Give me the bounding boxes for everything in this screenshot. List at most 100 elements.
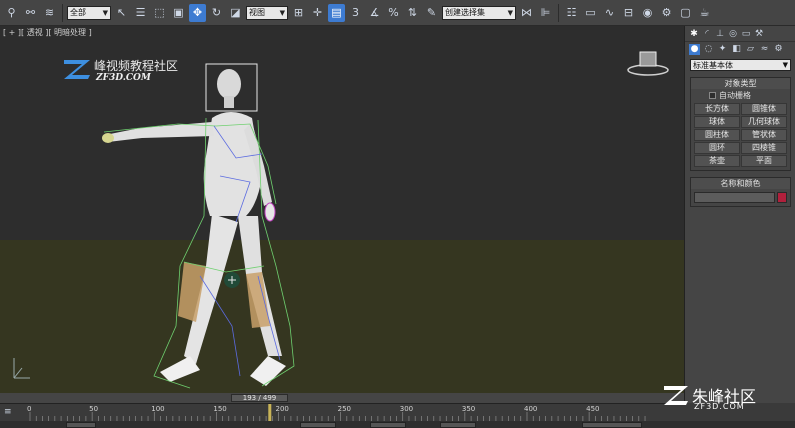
tube-button[interactable]: 管状体 bbox=[741, 129, 787, 141]
time-slider-thumb[interactable]: 193 / 499 bbox=[231, 394, 288, 402]
schematic-view-icon[interactable]: ⊟ bbox=[620, 4, 637, 22]
main-toolbar: ⚲ ⚯ ≋ 全部 ▼ ↖ ☰ ⬚ ▣ ✥ ↻ ◪ 视图 ▼ ⊞ ✛ ▤ 3 ∡ % … bbox=[0, 0, 795, 26]
select-object-icon[interactable]: ↖ bbox=[113, 4, 130, 22]
cameras-icon[interactable]: ◧ bbox=[731, 44, 742, 55]
toolbar-divider bbox=[558, 3, 559, 22]
cylinder-button[interactable]: 圆柱体 bbox=[694, 129, 740, 141]
selection-filter-value: 全部 bbox=[70, 8, 86, 17]
coord-z-field[interactable] bbox=[440, 422, 476, 428]
ref-coord-dropdown[interactable]: 视图 ▼ bbox=[246, 5, 288, 20]
lights-icon[interactable]: ✦ bbox=[717, 44, 728, 55]
geometry-icon[interactable]: ● bbox=[689, 43, 700, 55]
modify-tab-icon[interactable]: ◜ bbox=[702, 29, 712, 39]
scale-icon[interactable]: ◪ bbox=[227, 4, 244, 22]
track-tick-label: 400 bbox=[523, 405, 538, 413]
teapot-button[interactable]: 茶壶 bbox=[694, 155, 740, 167]
name-color-title[interactable]: 名称和颜色 bbox=[691, 178, 790, 189]
mini-curve-editor-icon[interactable]: ≡ bbox=[4, 407, 16, 417]
mirror-icon[interactable]: ⋈ bbox=[518, 4, 535, 22]
character-neck bbox=[224, 96, 234, 108]
name-color-rollout: 名称和颜色 bbox=[690, 177, 791, 207]
systems-icon[interactable]: ⚙ bbox=[773, 44, 784, 55]
rotate-icon[interactable]: ↻ bbox=[208, 4, 225, 22]
coord-y-field[interactable] bbox=[370, 422, 406, 428]
utilities-tab-icon[interactable]: ⚒ bbox=[754, 29, 764, 39]
status-field bbox=[66, 422, 96, 428]
torus-button[interactable]: 圆环 bbox=[694, 142, 740, 154]
graphite-ribbon-icon[interactable]: ▭ bbox=[582, 4, 599, 22]
viewcube bbox=[639, 51, 657, 67]
key-filter-field[interactable] bbox=[582, 422, 642, 428]
percent-snap-icon[interactable]: % bbox=[385, 4, 402, 22]
geometry-type-dropdown[interactable]: 标准基本体 ▼ bbox=[690, 59, 791, 71]
angle-snap-icon[interactable]: ∡ bbox=[366, 4, 383, 22]
object-type-title[interactable]: 对象类型 bbox=[691, 78, 790, 89]
select-manipulate-icon[interactable]: ✛ bbox=[309, 4, 326, 22]
object-type-buttons: 长方体 圆锥体 球体 几何球体 圆柱体 管状体 圆环 四棱锥 茶壶 平面 bbox=[691, 101, 790, 170]
time-slider[interactable] bbox=[0, 393, 684, 403]
chevron-down-icon: ▼ bbox=[507, 8, 513, 17]
viewport-label[interactable]: [ + ][ 透视 ][ 明暗处理 ] bbox=[3, 27, 92, 38]
named-selection-value: 创建选择集 bbox=[445, 8, 485, 17]
track-tick-label: 50 bbox=[89, 405, 99, 413]
cone-button[interactable]: 圆锥体 bbox=[741, 103, 787, 115]
motion-tab-icon[interactable]: ◎ bbox=[728, 29, 738, 39]
rect-region-icon[interactable]: ⬚ bbox=[151, 4, 168, 22]
track-tick-label: 450 bbox=[586, 405, 600, 413]
object-name-field[interactable] bbox=[694, 192, 776, 203]
character-head bbox=[217, 69, 241, 99]
link-icon[interactable]: ⚲ bbox=[3, 4, 20, 22]
create-tab-icon[interactable]: ✱ bbox=[689, 29, 699, 39]
material-editor-icon[interactable]: ◉ bbox=[639, 4, 656, 22]
character-foot-right bbox=[250, 356, 286, 386]
current-frame-marker[interactable] bbox=[268, 404, 272, 422]
auto-grid-row[interactable]: 自动栅格 bbox=[691, 89, 790, 101]
chevron-down-icon: ▼ bbox=[102, 8, 108, 17]
track-tick-label: 0 bbox=[27, 405, 32, 413]
character-hand-right bbox=[264, 202, 276, 222]
plane-button[interactable]: 平面 bbox=[741, 155, 787, 167]
character-hand-left bbox=[102, 133, 114, 143]
geometry-type-value: 标准基本体 bbox=[693, 60, 733, 70]
select-by-name-icon[interactable]: ☰ bbox=[132, 4, 149, 22]
hierarchy-tab-icon[interactable]: ⊥ bbox=[715, 29, 725, 39]
curve-editor-icon[interactable]: ∿ bbox=[601, 4, 618, 22]
command-panel: ✱ ◜ ⊥ ◎ ▭ ⚒ ● ◌ ✦ ◧ ▱ ≈ ⚙ 标准基本体 ▼ 对象类型 自动… bbox=[684, 26, 795, 403]
auto-grid-label: 自动栅格 bbox=[719, 90, 751, 100]
rendered-frame-icon[interactable]: ▢ bbox=[677, 4, 694, 22]
window-crossing-icon[interactable]: ▣ bbox=[170, 4, 187, 22]
auto-grid-checkbox[interactable] bbox=[709, 91, 716, 99]
command-panel-tabs: ✱ ◜ ⊥ ◎ ▭ ⚒ bbox=[685, 26, 795, 41]
layer-manager-icon[interactable]: ☷ bbox=[563, 4, 580, 22]
unlink-icon[interactable]: ⚯ bbox=[22, 4, 39, 22]
render-setup-icon[interactable]: ⚙ bbox=[658, 4, 675, 22]
toolbar-divider bbox=[62, 3, 63, 22]
coord-x-field[interactable] bbox=[300, 422, 336, 428]
bind-spacewarp-icon[interactable]: ≋ bbox=[41, 4, 58, 22]
selection-filter-dropdown[interactable]: 全部 ▼ bbox=[67, 5, 111, 20]
spinner-snap-icon[interactable]: ⇅ bbox=[404, 4, 421, 22]
object-color-swatch[interactable] bbox=[777, 192, 787, 203]
move-icon[interactable]: ✥ bbox=[189, 3, 206, 22]
box-button[interactable]: 长方体 bbox=[694, 103, 740, 115]
perspective-viewport[interactable]: [ + ][ 透视 ][ 明暗处理 ] 峰视频教程社区 ZF3D.COM bbox=[0, 26, 684, 403]
pivot-center-icon[interactable]: ⊞ bbox=[290, 4, 307, 22]
chevron-down-icon: ▼ bbox=[782, 61, 788, 69]
edit-named-selection-icon[interactable]: ✎ bbox=[423, 4, 440, 22]
track-tick-label: 200 bbox=[275, 405, 289, 413]
named-selection-dropdown[interactable]: 创建选择集 ▼ bbox=[442, 5, 516, 20]
render-production-icon[interactable]: ☕ bbox=[696, 4, 713, 22]
spacewarps-icon[interactable]: ≈ bbox=[759, 44, 770, 55]
align-icon[interactable]: ⊫ bbox=[537, 4, 554, 22]
logo-english-text: ZF3D.COM bbox=[96, 73, 151, 83]
helpers-icon[interactable]: ▱ bbox=[745, 44, 756, 55]
keyboard-shortcut-icon[interactable]: ▤ bbox=[328, 3, 345, 22]
pyramid-button[interactable]: 四棱锥 bbox=[741, 142, 787, 154]
track-tick-label: 100 bbox=[151, 405, 165, 413]
watermark-z-icon bbox=[664, 386, 688, 405]
snaps-toggle-icon[interactable]: 3 bbox=[347, 4, 364, 22]
shapes-icon[interactable]: ◌ bbox=[703, 44, 714, 55]
display-tab-icon[interactable]: ▭ bbox=[741, 29, 751, 39]
geosphere-button[interactable]: 几何球体 bbox=[741, 116, 787, 128]
sphere-button[interactable]: 球体 bbox=[694, 116, 740, 128]
